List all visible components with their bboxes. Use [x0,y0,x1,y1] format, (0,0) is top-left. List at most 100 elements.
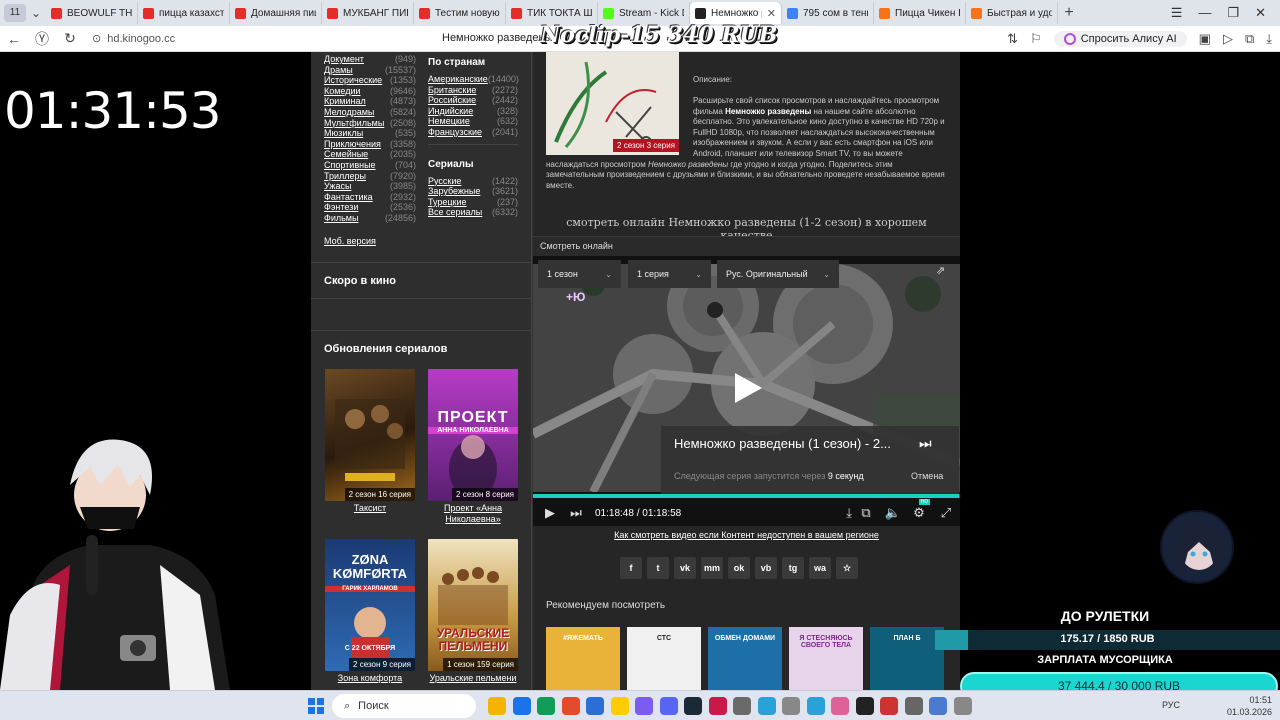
taskbar-app-icon[interactable] [561,697,580,715]
category-link[interactable]: Фэнтези [324,202,358,213]
downloads-icon[interactable]: ⤓ [1266,31,1272,47]
category-link[interactable]: Документ [324,54,364,65]
category-link[interactable]: Комедии [324,86,361,97]
audio-select[interactable]: Рус. Оригинальный ⌄ [717,260,839,288]
bookmark-icon[interactable]: ⚐ [1030,31,1042,47]
category-link[interactable]: Турецкие [428,197,467,208]
taskbar-app-icon[interactable] [929,697,947,715]
share-button[interactable]: ☆ [836,557,858,579]
taskbar-app-icon[interactable] [806,697,825,715]
category-link[interactable]: Семейные [324,149,368,160]
category-link[interactable]: Криминал [324,96,366,107]
category-link[interactable]: Российские [428,95,476,106]
fullscreen-icon[interactable]: ⤢ [932,505,960,521]
poster-title-link[interactable]: Уральские пельмени [423,673,523,684]
poster-title-link[interactable]: Проект «Анна Николаевна» [423,503,523,525]
category-link[interactable]: Мультфильмы [324,118,384,129]
bookmarks-icon[interactable]: ☰ [1171,5,1183,21]
translate-icon[interactable]: ⇅ [1007,31,1018,47]
taskbar-app-icon[interactable] [586,697,604,715]
share-button[interactable]: vb [755,557,777,579]
browser-tab[interactable]: пицца казахста [138,2,230,24]
recommend-poster[interactable]: #ЯЖЕМАТЬ [546,627,620,690]
poster-zona[interactable]: ZØNA KØMFØRTA ГАРИК ХАРЛАМОВ С 22 ОКТЯБР… [325,539,415,671]
category-link[interactable]: Исторические [324,75,382,86]
recommend-poster[interactable]: СТС [627,627,701,690]
browser-tab[interactable]: Тестим новую [414,2,506,24]
poster-taxi[interactable]: 2 сезон 16 серия [325,369,415,501]
poster-anna[interactable]: ПРОЕКТ АННА НИКОЛАЕВНА 2 сезон 8 серия [428,369,518,501]
browser-tab[interactable]: ТИК ТОКТА ШУ [506,2,598,24]
minimize-icon[interactable]: — [1198,5,1211,21]
category-link[interactable]: Французские [428,127,482,138]
share-button[interactable]: mm [701,557,723,579]
category-link[interactable]: Американские [428,74,488,85]
tab-list-chevron-icon[interactable]: ⌄ [26,6,46,20]
recommend-poster[interactable]: ОБМЕН ДОМАМИ [708,627,782,690]
mobile-version-link[interactable]: Моб. версия [324,236,376,246]
taskbar-app-icon[interactable] [953,697,972,715]
poster-title-link[interactable]: Таксист [320,503,420,514]
season-select[interactable]: 1 сезон ⌄ [538,260,621,288]
category-link[interactable]: Британские [428,85,476,96]
video-player[interactable]: 1 сезон ⌄ 1 серия ⌄ Рус. Оригинальный ⌄ … [533,256,960,526]
volume-icon[interactable]: 🔈 [880,505,906,521]
browser-tab[interactable]: 795 сом в тенге [782,2,874,24]
browser-tab[interactable]: BEOWULF THE [46,2,138,24]
poster-pelmeni[interactable]: УРАЛЬСКИЕ ПЕЛЬМЕНИ 1 сезон 159 серия [428,539,518,671]
category-link[interactable]: Триллеры [324,171,366,182]
share-button[interactable]: t [647,557,669,579]
play-icon[interactable]: ▶ [533,505,567,521]
share-button[interactable]: tg [782,557,804,579]
taskbar-app-icon[interactable] [904,697,923,715]
region-help-link[interactable]: Как смотреть видео если Контент недоступ… [533,530,960,540]
taskbar-app-icon[interactable] [512,697,531,715]
poster-title-link[interactable]: Зона комфорта [320,673,420,684]
category-link[interactable]: Фантастика [324,192,373,203]
taskbar-app-icon[interactable] [880,697,898,715]
watch-online-tab[interactable]: Смотреть онлайн [533,236,960,256]
share-button[interactable]: vk [674,557,696,579]
category-link[interactable]: Приключения [324,139,381,150]
browser-tab[interactable]: МУКБАНГ ПИЦ [322,2,414,24]
category-link[interactable]: Немецкие [428,116,470,127]
share-icon[interactable]: ⇗ [936,264,945,277]
category-link[interactable]: Русские [428,176,461,187]
language-indicator[interactable]: РУС [1162,700,1180,710]
pip-icon[interactable]: ⧉ [852,505,880,521]
url-field[interactable]: ⊙ hd.kinogoo.cc [92,32,292,46]
taskbar-app-icon[interactable] [708,697,727,715]
progress-bar[interactable] [533,494,960,498]
clock-area[interactable]: 01:51 01.03.2026 [1227,694,1272,718]
tab-counter[interactable]: 11 [4,4,26,22]
media-icon[interactable]: ▷ [1223,31,1233,47]
browser-tab[interactable]: Пицца Чикен Б [874,2,966,24]
cancel-autoplay-button[interactable]: Отмена [911,471,943,481]
episode-select[interactable]: 1 серия ⌄ [628,260,711,288]
category-link[interactable]: Спортивные [324,160,376,171]
next-icon[interactable]: ⏭ [567,505,585,521]
screenshot-icon[interactable]: ▣ [1199,31,1211,47]
skip-next-icon[interactable]: ⏭ [919,435,932,452]
category-link[interactable]: Ужасы [324,181,351,192]
reload-icon[interactable]: ↻ [56,30,84,47]
close-tab-icon[interactable]: ✕ [767,7,776,20]
taskbar-app-icon[interactable] [757,697,776,715]
taskbar-app-icon[interactable] [635,697,653,715]
maximize-icon[interactable]: ❐ [1227,5,1239,21]
settings-icon[interactable]: ⚙ HD [906,499,932,521]
taskbar-app-icon[interactable] [782,697,800,715]
category-link[interactable]: Драмы [324,65,353,76]
taskbar-app-icon[interactable] [733,697,751,715]
taskbar-app-icon[interactable] [659,697,678,715]
taskbar-app-icon[interactable] [855,697,874,715]
category-link[interactable]: Все сериалы [428,207,482,218]
yandex-logo-icon[interactable]: Ⓨ [28,29,56,49]
next-episode-title[interactable]: Немножко разведены (1 сезон) - 2... [674,436,891,451]
new-tab-button[interactable]: + [1058,4,1080,22]
extensions-icon[interactable]: ⧉ [1245,31,1254,47]
back-icon[interactable]: ← [0,31,28,47]
share-button[interactable]: f [620,557,642,579]
taskbar-app-icon[interactable] [684,697,702,715]
browser-tab[interactable]: Домашняя пиц [230,2,322,24]
